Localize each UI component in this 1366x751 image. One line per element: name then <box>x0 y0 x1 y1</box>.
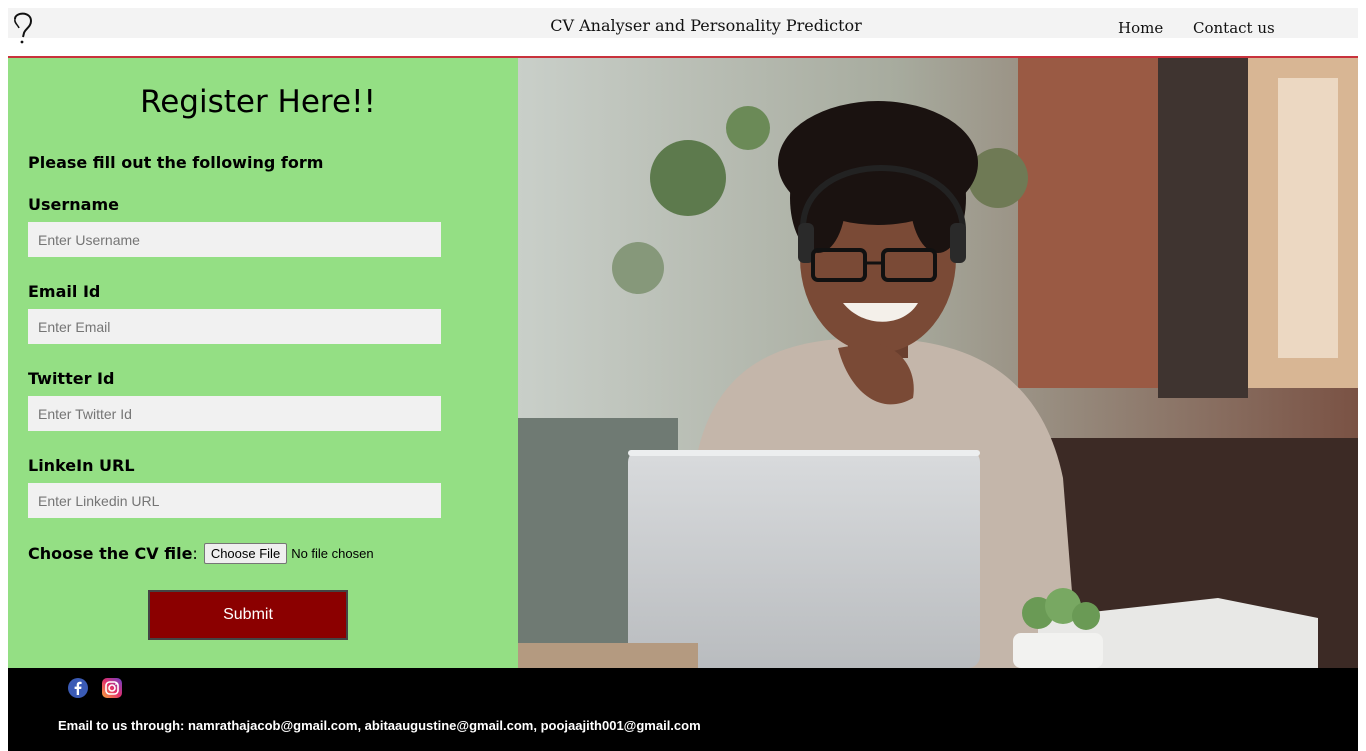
form-title: Register Here!! <box>140 84 376 120</box>
linkedin-label: LinkeIn URL <box>28 456 135 475</box>
hero-photo <box>518 58 1358 668</box>
instagram-icon[interactable] <box>102 678 122 698</box>
form-subtitle: Please fill out the following form <box>28 153 324 172</box>
nav-home-link[interactable]: Home <box>1118 19 1163 37</box>
cv-file-row: Choose the CV file : Choose File No file… <box>28 541 374 565</box>
file-status: No file chosen <box>291 545 374 561</box>
email-label: Email Id <box>28 282 101 301</box>
footer: Email to us through: namrathajacob@gmail… <box>8 668 1358 751</box>
cv-file-label: Choose the CV file <box>28 543 193 563</box>
twitter-input[interactable] <box>28 396 441 431</box>
username-label: Username <box>28 195 119 214</box>
registration-form-panel: Register Here!! Please fill out the foll… <box>8 58 518 668</box>
facebook-icon[interactable] <box>68 678 88 698</box>
hero-illustration <box>518 58 1358 668</box>
choose-file-button[interactable]: Choose File <box>203 542 288 564</box>
header-spacer <box>8 38 1358 56</box>
footer-email-text: Email to us through: namrathajacob@gmail… <box>58 718 701 733</box>
email-input[interactable] <box>28 309 441 344</box>
submit-button[interactable]: Submit <box>148 590 348 640</box>
username-input[interactable] <box>28 222 441 257</box>
linkedin-input[interactable] <box>28 483 441 518</box>
cv-file-colon: : <box>192 543 198 563</box>
twitter-label: Twitter Id <box>28 369 115 388</box>
nav-contact-link[interactable]: Contact us <box>1193 19 1275 37</box>
